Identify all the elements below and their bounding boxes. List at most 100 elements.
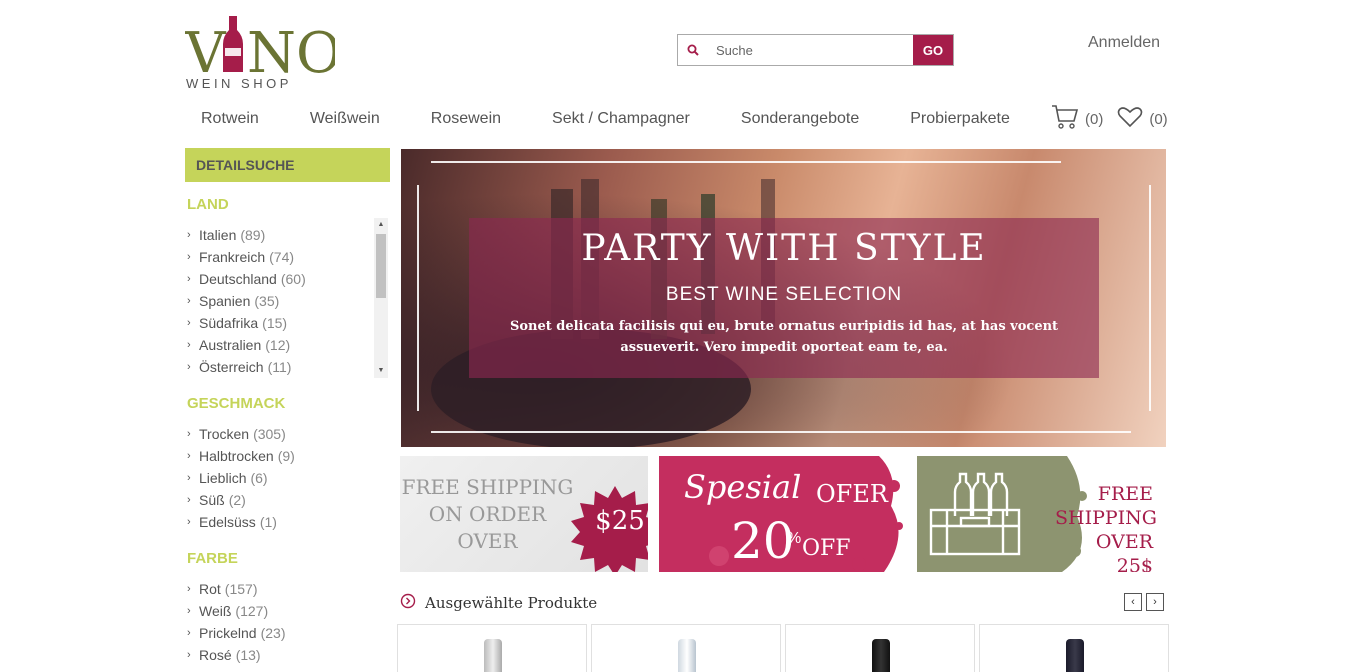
facet-item[interactable]: › Weiß (127)	[185, 600, 390, 622]
facet-list-land: › Italien (89) › Frankreich (74) › Deutschlan…	[185, 224, 388, 378]
facet-item[interactable]: › Süß (2)	[185, 489, 390, 511]
promo-spesial-ofer[interactable]: Spesial OFER 20 % OFF	[659, 456, 908, 572]
product-image	[1066, 639, 1084, 672]
chevron-right-icon: ›	[187, 317, 191, 329]
facet-title-farbe: FARBE	[187, 550, 238, 567]
hero-subtitle: BEST WINE SELECTION	[665, 284, 903, 305]
promo1-line3: OVER	[457, 529, 518, 553]
facet-count: (35)	[254, 293, 280, 309]
product-card[interactable]	[979, 624, 1169, 672]
chevron-right-icon: ›	[187, 605, 191, 617]
facet-item[interactable]: › Italien (89)	[185, 224, 388, 246]
chevron-right-icon: ›	[187, 516, 191, 528]
logo-tagline: WEIN SHOP	[186, 76, 292, 91]
carousel-nav: ‹ ›	[1120, 593, 1164, 611]
chevron-right-icon: ›	[187, 649, 191, 661]
site-logo[interactable]: V NO WEIN SHOP	[184, 14, 342, 94]
carousel-prev-button[interactable]: ‹	[1124, 593, 1142, 611]
facet-item[interactable]: › Edelsüss (1)	[185, 511, 390, 533]
facet-count: (11)	[267, 359, 292, 375]
product-carousel	[397, 624, 1173, 672]
hero-title: PARTY WITH STYLE	[581, 228, 987, 269]
login-link[interactable]: Anmelden	[1088, 34, 1160, 52]
facet-item[interactable]: › Südafrika (15)	[185, 312, 388, 334]
facet-label: Weiß	[199, 603, 232, 619]
scrollbar-thumb[interactable]	[376, 234, 386, 298]
facet-label: Lieblich	[199, 470, 247, 486]
facet-label: Österreich	[199, 359, 264, 375]
facet-item[interactable]: › Deutschland (60)	[185, 268, 388, 290]
promo1-text: FREE SHIPPING ON ORDER OVER	[400, 474, 575, 555]
nav-item-rosewein[interactable]: Rosewein	[415, 110, 501, 128]
detailsuche-heading[interactable]: DETAILSUCHE	[185, 148, 390, 182]
promo1-line1: FREE SHIPPING	[401, 475, 574, 499]
promo1-price: $25	[595, 506, 645, 536]
promo2-ofer: OFER	[816, 480, 888, 508]
facet-count: (157)	[224, 581, 258, 597]
facet-list-geschmack: › Trocken (305) › Halbtrocken (9) › Lieblich(…	[185, 423, 390, 533]
promo1-line2: ON ORDER	[428, 502, 547, 526]
scroll-down-arrow-icon[interactable]: ▼	[374, 364, 388, 378]
facet-item[interactable]: › Rot (157)	[185, 578, 390, 600]
carousel-next-button[interactable]: ›	[1146, 593, 1164, 611]
chevron-right-icon: ›	[187, 583, 191, 595]
circle-chevron-icon	[400, 593, 416, 614]
facet-item[interactable]: › Australien (12)	[185, 334, 388, 356]
filter-sidebar: DETAILSUCHE LAND › Italien (89) › Frankreic…	[185, 148, 390, 666]
chevron-right-icon: ›	[187, 494, 191, 506]
facet-item[interactable]: › Halbtrocken (9)	[185, 445, 390, 467]
nav-item-probierpakete[interactable]: Probierpakete	[894, 110, 1010, 128]
facet-item[interactable]: › Trocken (305)	[185, 423, 390, 445]
heart-icon[interactable]	[1117, 106, 1143, 132]
promo2-percent: %	[787, 530, 802, 547]
facet-count: (9)	[277, 448, 295, 464]
promo3-text: FREE SHIPPING OVER 25$	[1055, 482, 1165, 572]
search-bar: GO	[677, 34, 954, 66]
search-icon[interactable]	[678, 35, 708, 65]
product-card[interactable]	[785, 624, 975, 672]
facet-item[interactable]: › Österreich (11)	[185, 356, 388, 378]
nav-item-sekt[interactable]: Sekt / Champagner	[536, 110, 690, 128]
facet-item[interactable]: › Lieblich (6)	[185, 467, 390, 489]
facet-label: Halbtrocken	[199, 448, 274, 464]
facet-count: (12)	[265, 337, 291, 353]
main-nav: Rotwein Weißwein Rosewein Sekt / Champag…	[185, 110, 1045, 128]
product-card[interactable]	[591, 624, 781, 672]
facet-count: (74)	[269, 249, 295, 265]
facet-label: Edelsüss	[199, 514, 256, 530]
promo3-line2: SHIPPING	[1055, 507, 1157, 529]
cart-icon[interactable]	[1051, 104, 1079, 134]
search-go-button[interactable]: GO	[913, 35, 953, 65]
facet-label: Prickelnd	[199, 625, 257, 641]
facet-count: (6)	[250, 470, 268, 486]
cart-count[interactable]: (0)	[1085, 111, 1103, 128]
product-image	[484, 639, 502, 672]
facet-item[interactable]: › Spanien (35)	[185, 290, 388, 312]
hero-frame-top	[431, 161, 1061, 163]
facet-count: (89)	[240, 227, 266, 243]
chevron-right-icon: ›	[1153, 596, 1157, 608]
nav-item-rotwein[interactable]: Rotwein	[185, 110, 259, 128]
facet-item[interactable]: › Prickelnd (23)	[185, 622, 390, 644]
facet-item[interactable]: › Rosé (13)	[185, 644, 390, 666]
product-card[interactable]	[397, 624, 587, 672]
facet-count: (60)	[280, 271, 306, 287]
chevron-right-icon: ›	[187, 627, 191, 639]
facet-count: (15)	[262, 315, 288, 331]
facet-label: Deutschland	[199, 271, 277, 287]
hero-banner[interactable]: PARTY WITH STYLE BEST WINE SELECTION Son…	[401, 149, 1166, 447]
promo-free-shipping-25[interactable]: FREE SHIPPING ON ORDER OVER $25	[400, 456, 648, 572]
search-input[interactable]	[708, 35, 913, 65]
scroll-up-arrow-icon[interactable]: ▲	[374, 218, 388, 232]
product-image	[678, 639, 696, 672]
hero-overlay: PARTY WITH STYLE BEST WINE SELECTION Son…	[469, 218, 1099, 378]
facet-scrollbar[interactable]: ▲ ▼	[374, 218, 388, 378]
nav-item-weisswein[interactable]: Weißwein	[294, 110, 380, 128]
facet-item[interactable]: › Frankreich (74)	[185, 246, 388, 268]
facet-title-land: LAND	[187, 196, 229, 213]
promo-free-shipping-crate[interactable]: FREE SHIPPING OVER 25$	[917, 456, 1166, 572]
nav-item-sonderangebote[interactable]: Sonderangebote	[725, 110, 859, 128]
hero-frame-bottom	[431, 431, 1131, 433]
wishlist-count[interactable]: (0)	[1149, 111, 1167, 128]
facet-list-farbe: › Rot (157) › Weiß (127) › Prickelnd (23) › Ros…	[185, 578, 390, 666]
